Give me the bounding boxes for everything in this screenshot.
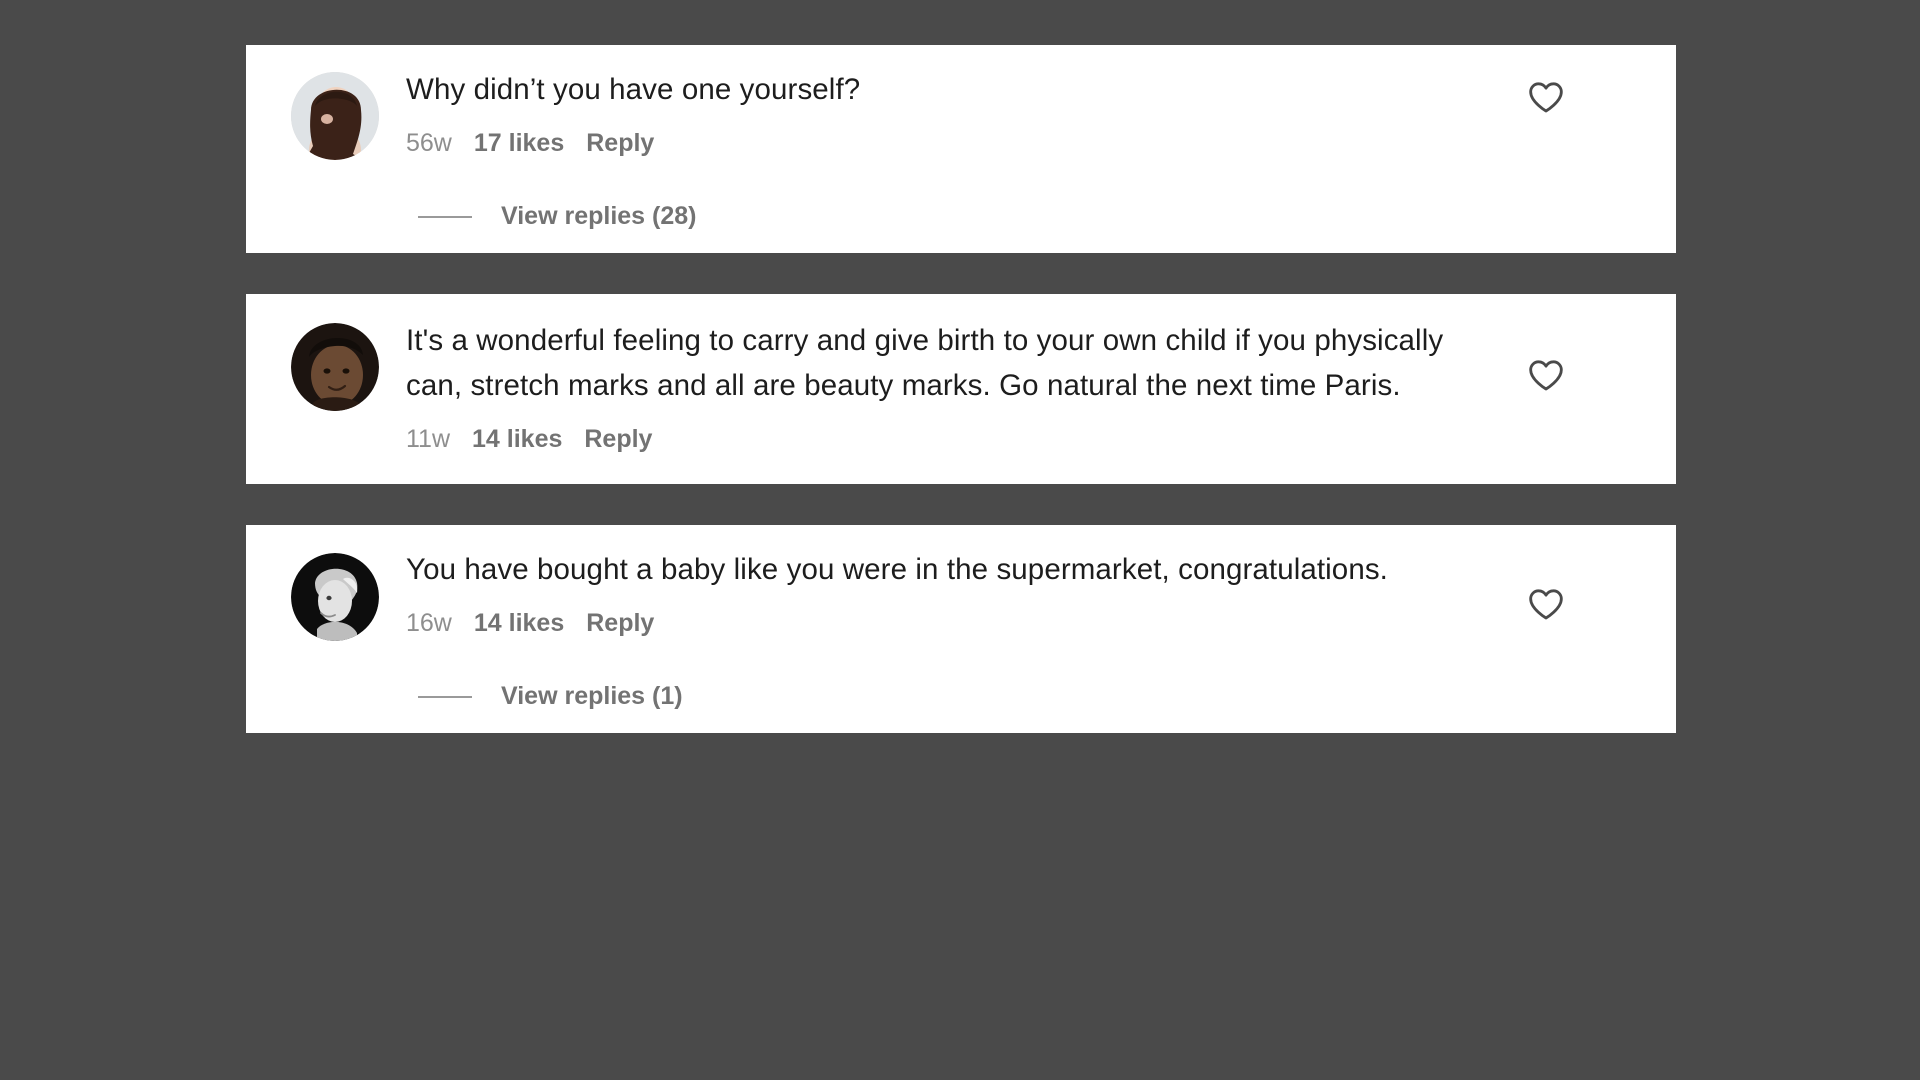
comment-like-count[interactable]: 14 likes [474,608,564,638]
view-replies-label[interactable]: View replies (1) [501,682,683,711]
comment-body: Why didn’t you have one yourself? 56w 17… [379,45,1498,253]
comment-list: Why didn’t you have one yourself? 56w 17… [246,45,1676,733]
comment-meta-row: 56w 17 likes Reply [406,128,1488,158]
comment-card: You have bought a baby like you were in … [246,525,1676,733]
card-spacer [246,253,1676,294]
comment-text: Why didn’t you have one yourself? [406,73,861,106]
reply-button[interactable]: Reply [586,608,654,638]
comment-timestamp: 11w [406,425,451,453]
like-column [1498,45,1676,253]
card-spacer [246,484,1676,525]
heart-outline-icon[interactable] [1526,355,1566,395]
comment-body: It's a wonderful feeling to carry and gi… [379,294,1498,484]
comment-like-count[interactable]: 14 likes [472,424,562,454]
avatar-user-1[interactable] [291,72,379,160]
screen-background: Why didn’t you have one yourself? 56w 17… [0,0,1920,1080]
comment-card: It's a wonderful feeling to carry and gi… [246,294,1676,484]
like-column [1498,294,1676,484]
view-replies-label[interactable]: View replies (28) [501,202,696,231]
comment-body: You have bought a baby like you were in … [379,525,1498,733]
comment-timestamp: 16w [406,609,452,637]
heart-outline-icon[interactable] [1526,77,1566,117]
comment-meta-row: 16w 14 likes Reply [406,608,1488,638]
replies-divider-line [418,695,472,698]
comment-text: You have bought a baby like you were in … [406,553,1388,586]
avatar-column [246,45,379,253]
comment-like-count[interactable]: 17 likes [474,128,564,158]
replies-divider-line [418,215,472,218]
avatar-column [246,294,379,484]
comment-timestamp: 56w [406,129,452,157]
avatar-user-3[interactable] [291,553,379,641]
comment-text: It's a wonderful feeling to carry and gi… [406,324,1444,402]
reply-button[interactable]: Reply [584,424,652,454]
comment-card: Why didn’t you have one yourself? 56w 17… [246,45,1676,253]
heart-outline-icon[interactable] [1526,584,1566,624]
comment-meta-row: 11w 14 likes Reply [406,424,1488,454]
avatar-user-2[interactable] [291,323,379,411]
avatar-column [246,525,379,733]
like-column [1498,525,1676,733]
reply-button[interactable]: Reply [586,128,654,158]
view-replies-row[interactable]: View replies (28) [406,202,1488,231]
view-replies-row[interactable]: View replies (1) [406,682,1488,711]
